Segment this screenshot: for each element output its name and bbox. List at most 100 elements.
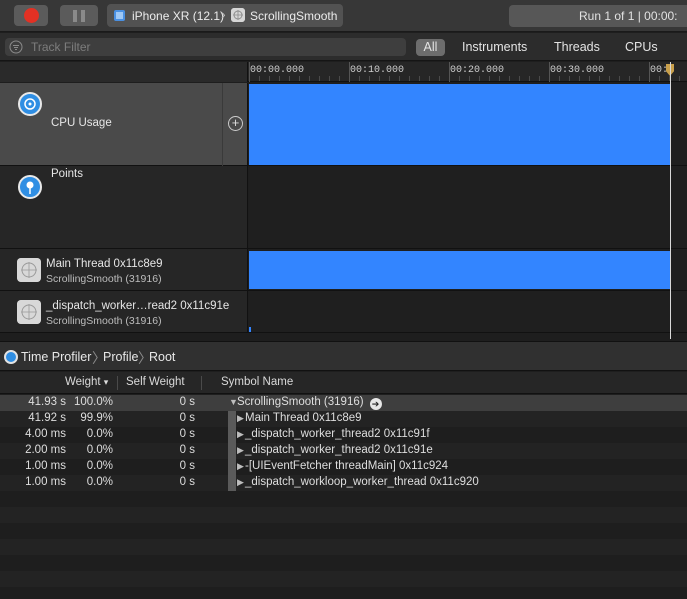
phone-icon (114, 10, 125, 21)
breadcrumb-profile[interactable]: Profile (103, 350, 138, 364)
add-icon[interactable]: + (228, 116, 243, 131)
minor-tick (369, 76, 370, 81)
dispatch-activity-mark (249, 327, 251, 332)
timeline-ruler[interactable]: 00:00.000 00:10.000 00:20.000 00:30.000 … (0, 62, 687, 82)
disclosure-collapsed-icon[interactable]: ▶ (237, 413, 245, 424)
thread-icon (17, 300, 41, 324)
track-title: Main Thread 0x11c8e9 (46, 258, 163, 270)
track-header[interactable]: Points (0, 166, 248, 248)
cell-symbol: ▶-[UIEventFetcher threadMain] 0x11c924 (237, 460, 449, 472)
track-cpu-usage[interactable]: CPU Usage + (0, 83, 687, 166)
minor-tick (439, 76, 440, 81)
tab-threads[interactable]: Threads (554, 39, 600, 56)
dispatch-worker-graph[interactable] (249, 291, 687, 332)
minor-tick (269, 76, 270, 81)
minor-tick (409, 76, 410, 81)
track-dispatch-worker[interactable]: _dispatch_worker…read2 0x11c91e Scrollin… (0, 291, 687, 333)
cell-symbol: ▶Main Thread 0x11c8e9 (237, 412, 362, 424)
tick-label: 00:10.000 (350, 65, 405, 76)
minor-tick (559, 76, 560, 81)
disclosure-collapsed-icon[interactable]: ▶ (237, 429, 245, 440)
disclosure-collapsed-icon[interactable]: ▶ (237, 461, 245, 472)
table-row-empty (0, 587, 687, 599)
cell-self-weight: 0 s (179, 396, 195, 408)
cell-percent: 99.9% (80, 412, 113, 424)
table-row-empty (0, 491, 687, 507)
cell-weight: 1.00 ms (25, 460, 66, 472)
minor-tick (589, 76, 590, 81)
minor-tick (679, 76, 680, 81)
disclosure-expanded-icon[interactable]: ▼ (229, 397, 238, 407)
track-header[interactable]: _dispatch_worker…read2 0x11c91e Scrollin… (0, 291, 248, 332)
cell-self-weight: 0 s (179, 476, 195, 488)
track-header[interactable]: CPU Usage + (0, 83, 248, 166)
cell-weight: 2.00 ms (25, 444, 66, 456)
track-title: CPU Usage (51, 117, 112, 129)
table-row[interactable]: 4.00 ms 0.0% 0 s ▶_dispatch_worker_threa… (0, 427, 687, 443)
device-name[interactable]: iPhone XR (12.1) (132, 9, 224, 23)
cell-self-weight: 0 s (179, 412, 195, 424)
column-symbol-name[interactable]: Symbol Name (221, 376, 293, 388)
tab-cpus[interactable]: CPUs (625, 39, 658, 56)
minor-tick (509, 76, 510, 81)
app-icon (231, 8, 245, 22)
track-filter-input[interactable] (31, 39, 391, 55)
ruler-gutter (0, 62, 248, 82)
cell-self-weight: 0 s (179, 428, 195, 440)
cell-weight: 41.92 s (28, 412, 66, 424)
chevron-down-icon: ▾ (103, 377, 109, 387)
track-subtitle: ScrollingSmooth (31916) (46, 273, 162, 285)
table-row[interactable]: 1.00 ms 0.0% 0 s ▶-[UIEventFetcher threa… (0, 459, 687, 475)
breadcrumb-root[interactable]: Root (149, 350, 175, 364)
tab-all[interactable]: All (416, 39, 445, 56)
call-tree: 41.93 s 100.0% 0 s ▼ScrollingSmooth (319… (0, 395, 687, 599)
track-filter[interactable] (5, 38, 406, 56)
record-button[interactable] (14, 5, 48, 26)
disclosure-collapsed-icon[interactable]: ▶ (237, 445, 245, 456)
track-spacer (0, 333, 687, 341)
minor-tick (619, 76, 620, 81)
cell-percent: 0.0% (86, 444, 113, 456)
cell-weight: 4.00 ms (25, 428, 66, 440)
table-row[interactable]: 2.00 ms 0.0% 0 s ▶_dispatch_worker_threa… (0, 443, 687, 459)
minor-tick (319, 76, 320, 81)
playhead-line (670, 62, 671, 339)
column-weight[interactable]: Weight ▾ (65, 376, 108, 388)
minor-tick (339, 76, 340, 81)
target-selector[interactable]: iPhone XR (12.1) › ScrollingSmooth (107, 4, 343, 27)
track-main-thread[interactable]: Main Thread 0x11c8e9 ScrollingSmooth (31… (0, 249, 687, 291)
minor-tick (599, 76, 600, 81)
cpu-usage-graph[interactable] (249, 83, 687, 165)
tick-label: 00:20.000 (450, 65, 505, 76)
tab-instruments[interactable]: Instruments (462, 39, 527, 56)
minor-tick (389, 76, 390, 81)
call-tree-header: Weight ▾ Self Weight Symbol Name (0, 372, 687, 394)
minor-tick (659, 76, 660, 81)
disclosure-collapsed-icon[interactable]: ▶ (237, 477, 245, 488)
track-header[interactable]: Main Thread 0x11c8e9 ScrollingSmooth (31… (0, 249, 248, 290)
cell-percent: 0.0% (86, 460, 113, 472)
track-points[interactable]: Points (0, 166, 687, 249)
minor-tick (379, 76, 380, 81)
cell-symbol: ▶_dispatch_worker_thread2 0x11c91f (237, 428, 430, 440)
pause-button[interactable] (60, 5, 98, 26)
table-row[interactable]: 41.93 s 100.0% 0 s ▼ScrollingSmooth (319… (0, 395, 687, 411)
minor-tick (429, 76, 430, 81)
app-name[interactable]: ScrollingSmooth (250, 9, 337, 23)
run-status: Run 1 of 1 | 00:00: (509, 5, 687, 27)
table-row[interactable]: 1.00 ms 0.0% 0 s ▶_dispatch_workloop_wor… (0, 475, 687, 491)
breadcrumb-time-profiler[interactable]: Time Profiler (21, 350, 91, 364)
filter-bar: All Instruments Threads CPUs (0, 33, 687, 61)
points-graph[interactable] (249, 166, 687, 248)
table-row[interactable]: 41.92 s 99.9% 0 s ▶Main Thread 0x11c8e9 (0, 411, 687, 427)
chevron-right-icon: › (221, 6, 226, 22)
cell-symbol: ▶_dispatch_workloop_worker_thread 0x11c9… (237, 476, 479, 488)
column-self-weight[interactable]: Self Weight (126, 376, 185, 388)
minor-tick (569, 76, 570, 81)
cell-percent: 0.0% (86, 476, 113, 488)
minor-tick (259, 76, 260, 81)
cell-symbol: ▶_dispatch_worker_thread2 0x11c91e (237, 444, 433, 456)
main-thread-graph[interactable] (249, 249, 687, 290)
go-arrow-icon[interactable]: ➔ (369, 398, 382, 410)
minor-tick (309, 76, 310, 81)
